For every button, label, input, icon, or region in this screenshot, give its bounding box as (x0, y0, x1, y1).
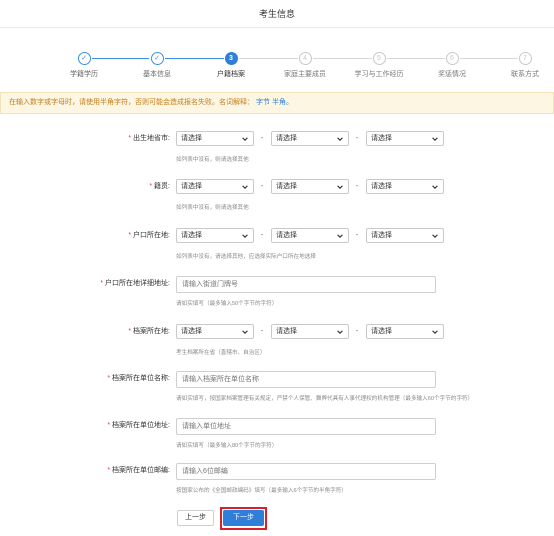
chevron-down-icon (337, 234, 343, 238)
archive-city-select[interactable]: 请选择 (271, 324, 349, 339)
birthplace-hint: 如列表中没有，则请选择其他 (176, 157, 249, 163)
step-2[interactable]: ✓ 基本信息 (122, 52, 192, 79)
hukou-hint: 如列表中没有，请选择其他，应选择实际户口所在地选择 (176, 254, 316, 260)
required-mark: * (107, 375, 111, 382)
step-number: 6 (445, 52, 459, 65)
chevron-down-icon (242, 185, 248, 189)
birthplace-city-select[interactable]: 请选择 (271, 131, 349, 146)
hukou-address-label: * 户口所在地详细地址: (100, 280, 170, 287)
step-number: 5 (372, 52, 386, 65)
check-icon: ✓ (150, 52, 164, 65)
native-hint: 如列表中没有，则请选择其他 (176, 205, 249, 211)
chevron-down-icon (337, 330, 343, 334)
archive-unit-address-input[interactable] (176, 418, 436, 435)
page-header: 考生信息 (0, 0, 554, 28)
archive-province-select[interactable]: 请选择 (176, 324, 254, 339)
step-label: 家庭主要成员 (284, 71, 326, 78)
step-label: 学籍学历 (70, 71, 98, 78)
birthplace-county-select[interactable]: 请选择 (366, 131, 444, 146)
step-3: 3 户籍档案 (196, 52, 266, 79)
archive-unit-name-hint: 请如实填写，按国家档案管理有关规定，严禁个人保管、舞弊代具有人事代理权的机构管理… (176, 396, 474, 402)
step-number: 4 (298, 52, 312, 65)
required-mark: * (107, 467, 111, 474)
native-province-select[interactable]: 请选择 (176, 179, 254, 194)
progress-steps: ✓ 学籍学历 ✓ 基本信息 3 户籍档案 4 家庭主要成员 5 学习与工作经历 … (0, 30, 554, 79)
archive-location-hint: 考生档案所在省（直辖市、自治区） (176, 350, 266, 356)
chevron-down-icon (337, 185, 343, 189)
step-6: 6 奖惩情况 (417, 52, 487, 79)
hukou-province-select[interactable]: 请选择 (176, 228, 254, 243)
archive-unit-name-label: * 档案所在单位名称: (107, 375, 170, 382)
archive-unit-address-label: * 档案所在单位地址: (107, 422, 170, 429)
birthplace-province-select[interactable]: 请选择 (176, 131, 254, 146)
required-mark: * (128, 328, 132, 335)
required-mark: * (128, 135, 132, 142)
chevron-down-icon (432, 137, 438, 141)
chevron-down-icon (432, 185, 438, 189)
chevron-down-icon (337, 137, 343, 141)
archive-postcode-label: * 档案所在单位邮编: (107, 467, 170, 474)
native-county-select[interactable]: 请选择 (366, 179, 444, 194)
hukou-county-select[interactable]: 请选择 (366, 228, 444, 243)
archive-postcode-hint: 按国家公布的《全国邮政编码》填写（最多输入6个字节的半角字符） (176, 488, 347, 494)
archive-postcode-input[interactable] (176, 463, 436, 480)
required-mark: * (100, 280, 104, 287)
chevron-down-icon (242, 330, 248, 334)
archive-location-label: * 档案所在地: (128, 328, 170, 335)
hukou-address-hint: 请如实填写（最多输入50个字节的字符） (176, 301, 278, 307)
chevron-down-icon (242, 137, 248, 141)
step-number: 7 (518, 52, 532, 65)
hukou-city-select[interactable]: 请选择 (271, 228, 349, 243)
step-label: 奖惩情况 (438, 71, 466, 78)
step-label: 学习与工作经历 (354, 71, 404, 78)
required-mark: * (107, 422, 111, 429)
archive-county-select[interactable]: 请选择 (366, 324, 444, 339)
required-mark: * (149, 183, 153, 190)
step-7: 7 联系方式 (490, 52, 554, 79)
next-step-button[interactable]: 下一步 (223, 510, 264, 526)
page-title: 考生信息 (258, 9, 295, 19)
input-notice: 在输入数字或字母时，请使用半角字符，否则可能会造成报名失败。名词解释： 字节 半角… (0, 92, 554, 114)
prev-step-button[interactable]: 上一步 (177, 510, 214, 526)
chevron-down-icon (242, 234, 248, 238)
chevron-down-icon (432, 330, 438, 334)
step-label: 基本信息 (143, 71, 171, 78)
archive-unit-name-input[interactable] (176, 371, 436, 388)
step-4: 4 家庭主要成员 (270, 52, 340, 79)
step-label: 户籍档案 (217, 71, 245, 78)
birthplace-label: * 出生地省市: (128, 135, 170, 142)
required-mark: * (128, 232, 132, 239)
notice-text: 在输入数字或字母时，请使用半角字符，否则可能会造成报名失败。名词解释： (9, 99, 254, 106)
archive-unit-address-hint: 请如实填写（最多输入80个字节的字符） (176, 443, 278, 449)
native-city-select[interactable]: 请选择 (271, 179, 349, 194)
step-label: 联系方式 (511, 71, 539, 78)
chevron-down-icon (432, 234, 438, 238)
step-5: 5 学习与工作经历 (344, 52, 414, 79)
step-number: 3 (224, 52, 238, 65)
hukou-address-input[interactable] (176, 276, 436, 293)
hukou-label: * 户口所在地: (128, 232, 170, 239)
check-icon: ✓ (77, 52, 91, 65)
step-1[interactable]: ✓ 学籍学历 (49, 52, 119, 79)
terms-link[interactable]: 字节 半角。 (256, 99, 293, 106)
native-label: * 籍贯: (149, 183, 170, 190)
